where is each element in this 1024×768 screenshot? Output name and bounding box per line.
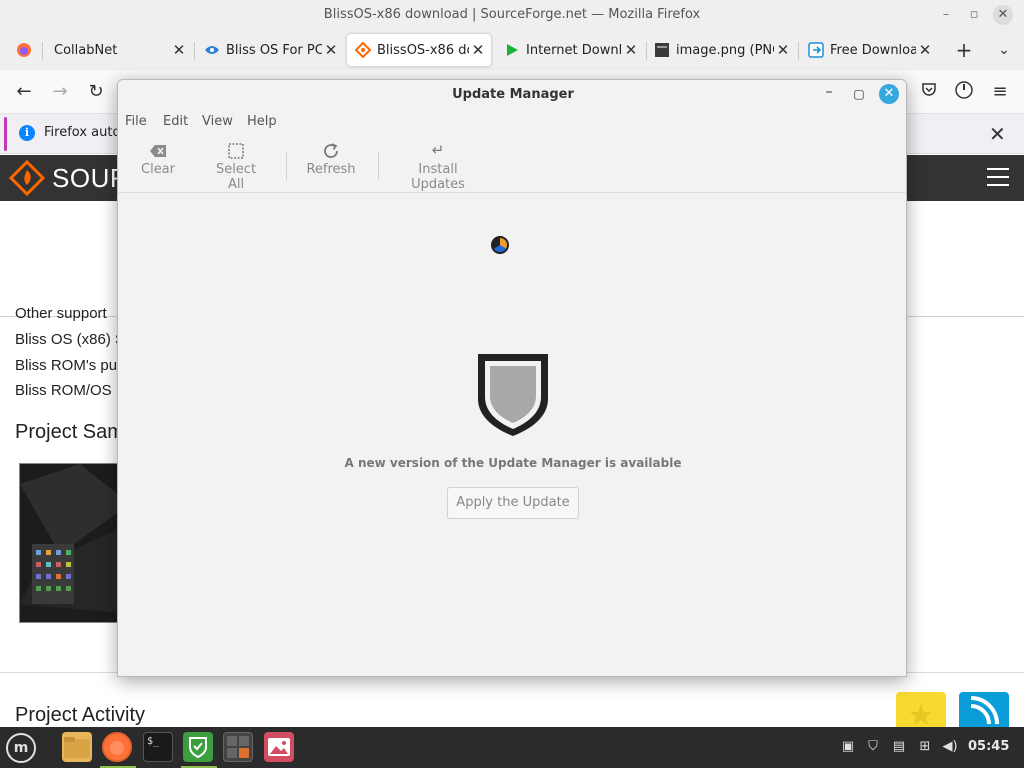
close-tab-icon[interactable]: ✕	[469, 41, 487, 59]
select-all-label: Select All	[215, 162, 257, 192]
terminal-icon[interactable]: $_	[143, 732, 173, 762]
new-tab-button[interactable]: +	[952, 38, 976, 62]
apply-update-button[interactable]: Apply the Update	[447, 487, 579, 519]
bliss-logo-icon	[204, 42, 220, 58]
image-icon	[654, 42, 670, 58]
info-icon: i	[19, 125, 35, 141]
notification-text: Firefox auto	[44, 125, 121, 140]
clear-icon	[136, 138, 180, 162]
back-button[interactable]: ←	[12, 80, 36, 104]
refresh-button[interactable]: Refresh	[303, 138, 359, 188]
window-title: BlissOS-x86 download | SourceForge.net —…	[323, 7, 701, 22]
hamburger-menu-icon[interactable]	[987, 168, 1009, 188]
menu-help[interactable]: Help	[247, 114, 277, 129]
rss-feed-button[interactable]	[959, 692, 1009, 728]
close-tab-icon[interactable]: ✕	[170, 41, 188, 59]
dialog-toolbar: Clear Select All Refresh ↵ Install Updat…	[118, 138, 906, 193]
tab-blissos-download[interactable]: BlissOS-x86 download ✕	[347, 34, 491, 66]
taskbar: m $_ ▣ ⛉ ▤ ⊞ ◀) 05:45	[0, 727, 1024, 768]
return-arrow-icon: ↵	[431, 141, 445, 159]
dialog-content: A new version of the Update Manager is a…	[118, 194, 906, 676]
shield-icon	[478, 354, 548, 436]
menu-file[interactable]: File	[125, 114, 147, 129]
close-notification-icon[interactable]: ✕	[989, 122, 1006, 146]
loading-spinner-icon	[491, 236, 509, 254]
tab-label: Internet Download	[526, 42, 622, 58]
star-button[interactable]	[896, 692, 946, 728]
clear-button[interactable]: Clear	[136, 138, 180, 188]
minimize-button[interactable]: –	[820, 84, 838, 104]
select-all-button[interactable]: Select All	[206, 138, 266, 192]
update-available-message: A new version of the Update Manager is a…	[344, 456, 682, 470]
image-viewer-icon[interactable]	[264, 732, 294, 762]
tab-label: CollabNet	[54, 42, 118, 58]
menu-view[interactable]: View	[202, 114, 233, 129]
section-heading: Project Sam	[15, 421, 124, 443]
firefox-logo-icon	[16, 42, 32, 58]
firefox-titlebar: BlissOS-x86 download | SourceForge.net —…	[0, 0, 1024, 30]
app-menu-icon[interactable]: ≡	[988, 80, 1012, 104]
forward-button[interactable]: →	[48, 80, 72, 104]
sourceforge-icon	[355, 42, 371, 58]
text-line: Bliss ROM's pu	[15, 357, 118, 374]
security-shield-icon[interactable]: ⛉	[865, 739, 881, 755]
start-menu-button[interactable]: m	[6, 733, 36, 763]
dialog-titlebar[interactable]: Update Manager – ▢ ✕	[118, 80, 906, 108]
tab-internet-download[interactable]: Internet Download ✕	[496, 34, 644, 66]
notes-icon[interactable]: ▤	[891, 739, 907, 755]
update-manager-taskbar-icon[interactable]	[183, 732, 213, 762]
minimize-button[interactable]: –	[936, 5, 956, 25]
firefox-view-button[interactable]	[8, 34, 38, 66]
clipboard-icon[interactable]: ▣	[840, 739, 856, 755]
text-line: Other support	[15, 305, 107, 322]
refresh-icon	[303, 138, 359, 162]
close-tab-icon[interactable]: ✕	[322, 41, 340, 59]
close-dialog-button[interactable]: ✕	[879, 84, 899, 104]
tab-label: image.png (PNG	[676, 42, 774, 58]
sourceforge-logo-icon[interactable]	[8, 160, 46, 196]
text-line: Bliss ROM/OS	[15, 382, 112, 399]
text-line: Bliss OS (x86) S	[15, 331, 126, 348]
dialog-title: Update Manager	[452, 87, 574, 102]
install-updates-label: Install Updates	[411, 162, 465, 192]
download-site-icon	[808, 42, 824, 58]
tab-label: BlissOS-x86 download	[377, 42, 469, 58]
reload-button[interactable]: ↻	[84, 80, 108, 104]
tab-image-png[interactable]: image.png (PNG ✕	[646, 34, 796, 66]
menu-edit[interactable]: Edit	[163, 114, 188, 129]
network-icon[interactable]: ⊞	[917, 739, 933, 755]
file-manager-icon[interactable]	[62, 732, 92, 762]
tab-collabnet[interactable]: CollabNet ✕	[46, 34, 192, 66]
refresh-label: Refresh	[306, 162, 356, 177]
close-tab-icon[interactable]: ✕	[774, 41, 792, 59]
volume-icon[interactable]: ◀)	[942, 739, 958, 755]
menu-bar: File Edit View Help	[118, 110, 906, 134]
update-manager-window: Update Manager – ▢ ✕ File Edit View Help…	[117, 79, 907, 677]
play-icon	[504, 42, 520, 58]
section-heading: Project Activity	[15, 704, 146, 726]
maximize-button[interactable]: ▫	[964, 5, 984, 25]
tab-strip: CollabNet ✕ Bliss OS For PC ✕ BlissOS-x8…	[0, 30, 1024, 70]
tab-bliss-os[interactable]: Bliss OS For PC ✕	[196, 34, 344, 66]
clear-label: Clear	[141, 162, 175, 177]
close-tab-icon[interactable]: ✕	[622, 41, 640, 59]
firefox-taskbar-icon[interactable]	[102, 732, 132, 762]
project-screenshot-thumbnail[interactable]	[19, 463, 129, 623]
select-all-icon	[206, 138, 266, 162]
install-updates-button[interactable]: ↵ Install Updates	[390, 138, 486, 192]
tab-free-download[interactable]: Free Download ✕	[800, 34, 938, 66]
maximize-button[interactable]: ▢	[850, 84, 868, 104]
tab-label: Bliss OS For PC	[226, 42, 322, 58]
close-window-button[interactable]: ✕	[993, 5, 1013, 25]
calculator-icon[interactable]	[223, 732, 253, 762]
close-tab-icon[interactable]: ✕	[916, 41, 934, 59]
pocket-icon[interactable]	[917, 80, 941, 104]
list-all-tabs-button[interactable]: ⌄	[992, 38, 1016, 62]
clock[interactable]: 05:45	[968, 739, 1009, 754]
tab-label: Free Download	[830, 42, 916, 58]
account-icon[interactable]	[952, 80, 976, 104]
